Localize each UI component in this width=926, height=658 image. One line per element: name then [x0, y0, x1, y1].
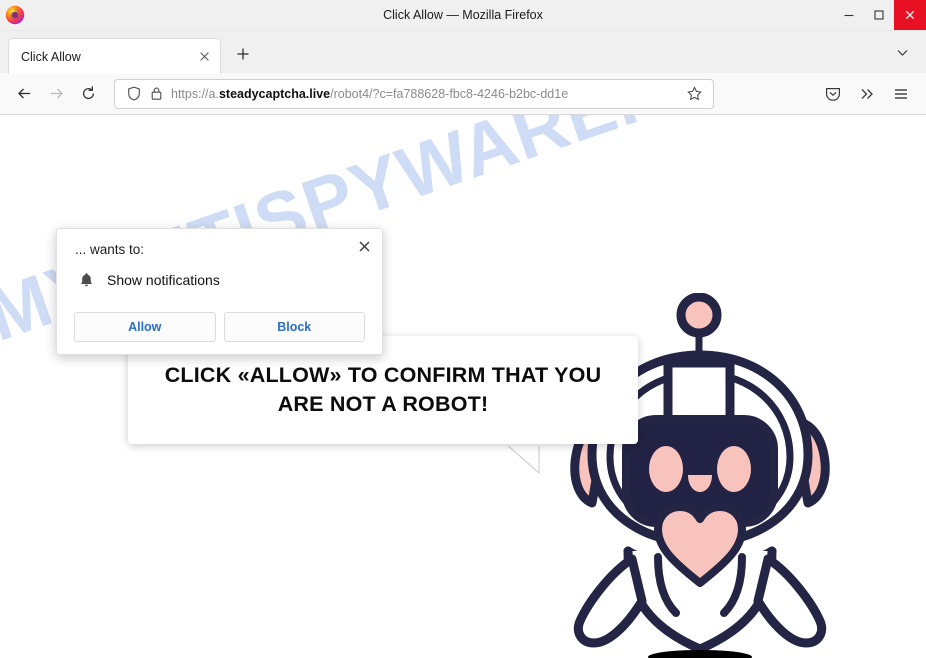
toolbar-right-actions: [816, 78, 918, 110]
permission-row: Show notifications: [75, 272, 220, 288]
speech-bubble-text: CLICK «ALLOW» TO CONFIRM THAT YOU ARE NO…: [165, 361, 602, 418]
close-tab-icon[interactable]: [194, 47, 214, 67]
close-popup-icon[interactable]: [352, 234, 376, 258]
maximize-button[interactable]: [864, 0, 894, 30]
new-tab-button[interactable]: [227, 38, 259, 70]
permission-label: Show notifications: [107, 272, 220, 288]
hamburger-menu-icon[interactable]: [884, 78, 918, 110]
padlock-icon[interactable]: [145, 83, 167, 105]
browser-window: Click Allow — Mozilla Firefox Click Allo…: [0, 0, 926, 658]
back-button[interactable]: [8, 78, 40, 110]
block-button[interactable]: Block: [223, 312, 365, 342]
forward-button[interactable]: [40, 78, 72, 110]
url-path: /robot4/?c=fa788628-fbc8-4246-b2bc-dd1e: [330, 86, 569, 101]
speech-bubble-tail: [503, 442, 545, 475]
bookmark-star-icon[interactable]: [683, 83, 705, 105]
title-bar: Click Allow — Mozilla Firefox: [0, 0, 926, 31]
tracking-protection-shield-icon[interactable]: [123, 83, 145, 105]
speech-bubble-line-1: CLICK «ALLOW» TO CONFIRM THAT YOU: [164, 363, 602, 388]
page-content: MYANTISPYWARE.COM CLICK «ALLOW» TO CONFI…: [0, 115, 926, 658]
speech-bubble-line-2: ARE NOT A ROBOT!: [277, 392, 489, 416]
reload-button[interactable]: [72, 78, 104, 110]
close-window-button[interactable]: [894, 0, 926, 30]
tab-click-allow[interactable]: Click Allow: [8, 38, 221, 74]
minimize-button[interactable]: [834, 0, 864, 30]
window-controls: [834, 0, 926, 30]
pocket-save-icon[interactable]: [816, 78, 850, 110]
bell-icon: [75, 272, 97, 288]
popup-origin-text: ... wants to:: [75, 242, 145, 257]
url-text[interactable]: https://a.steadycaptcha.live/robot4/?c=f…: [171, 80, 683, 108]
tab-strip: Click Allow: [0, 31, 926, 74]
window-title: Click Allow — Mozilla Firefox: [383, 8, 543, 22]
popup-buttons: Allow Block: [74, 312, 365, 342]
url-prefix: https://a.: [171, 86, 219, 101]
allow-button[interactable]: Allow: [74, 312, 216, 342]
navigation-toolbar: https://a.steadycaptcha.live/robot4/?c=f…: [0, 73, 926, 115]
tab-title: Click Allow: [21, 49, 81, 64]
firefox-logo-icon: [5, 5, 25, 25]
list-all-tabs-chevron-down-icon[interactable]: [888, 38, 916, 66]
url-host: steadycaptcha.live: [218, 86, 331, 101]
url-bar[interactable]: https://a.steadycaptcha.live/robot4/?c=f…: [114, 78, 714, 109]
overflow-double-chevron-icon[interactable]: [850, 78, 884, 110]
notification-permission-popup: ... wants to: Show notifications Allow B…: [56, 228, 383, 355]
